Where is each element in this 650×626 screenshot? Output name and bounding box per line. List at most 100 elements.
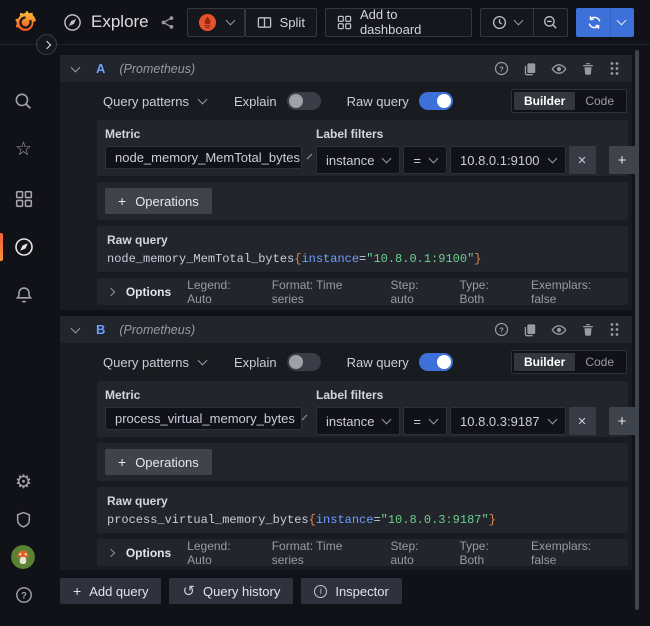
grafana-logo[interactable] xyxy=(12,9,39,36)
nav-sidebar: ☆ ⚙ xyxy=(0,45,47,626)
page-title: Explore xyxy=(91,12,149,32)
search-icon[interactable] xyxy=(13,91,34,112)
add-filter-button[interactable]: + xyxy=(609,146,636,174)
run-query-button[interactable] xyxy=(576,8,634,37)
metric-select[interactable]: process_virtual_memory_bytes xyxy=(105,407,302,430)
editor-mode-group: Builder Code xyxy=(511,89,627,113)
hide-response-eye-icon[interactable] xyxy=(551,61,567,77)
chevron-down-icon xyxy=(198,356,208,366)
duplicate-query-icon[interactable] xyxy=(523,62,537,76)
builder-mode-option[interactable]: Builder xyxy=(514,353,575,371)
share-icon[interactable] xyxy=(160,15,175,30)
explain-label: Explain xyxy=(234,355,277,370)
query-row-header[interactable]: A (Prometheus) ? xyxy=(60,55,632,82)
remove-query-trash-icon[interactable] xyxy=(581,323,595,337)
options-type: Type: Both xyxy=(459,278,515,306)
options-legend: Legend: Auto xyxy=(187,539,256,567)
collapse-chevron-icon xyxy=(71,323,81,333)
options-title: Options xyxy=(126,546,171,560)
explore-compass-icon xyxy=(63,13,82,32)
time-range-picker[interactable] xyxy=(480,8,534,37)
options-title: Options xyxy=(126,285,171,299)
query-patterns-label: Query patterns xyxy=(103,355,189,370)
add-query-label: Add query xyxy=(89,584,148,599)
raw-query-toggle[interactable] xyxy=(419,92,453,110)
chevron-down-icon xyxy=(429,415,439,425)
hide-response-eye-icon[interactable] xyxy=(551,322,567,338)
options-collapse-row[interactable]: Options Legend: Auto Format: Time series… xyxy=(97,278,628,305)
filter-value-select[interactable]: 10.8.0.3:9187 xyxy=(450,407,566,435)
chevron-right-icon xyxy=(42,40,50,48)
chevron-down-icon xyxy=(198,95,208,105)
remove-filter-button[interactable]: × xyxy=(569,407,596,435)
explain-toggle[interactable] xyxy=(287,92,321,110)
add-operation-button[interactable]: + Operations xyxy=(105,188,212,214)
inspector-button[interactable]: i Inspector xyxy=(301,578,401,604)
raw-query-toggle[interactable] xyxy=(419,353,453,371)
options-type: Type: Both xyxy=(459,539,515,567)
remove-filter-button[interactable]: × xyxy=(569,146,596,174)
remove-query-trash-icon[interactable] xyxy=(581,62,595,76)
query-row-header[interactable]: B (Prometheus) ? xyxy=(60,316,632,343)
split-button[interactable]: Split xyxy=(245,8,317,37)
filter-operator-select[interactable]: = xyxy=(403,407,447,435)
code-mode-option[interactable]: Code xyxy=(575,92,624,110)
filter-value-select[interactable]: 10.8.0.1:9100 xyxy=(450,146,566,174)
dashboard-grid-icon xyxy=(337,15,352,30)
code-mode-option[interactable]: Code xyxy=(575,353,624,371)
metric-label: Metric xyxy=(105,388,302,402)
query-editor-body: Query patterns Explain Raw query Builder… xyxy=(60,343,632,570)
zoom-out-button[interactable] xyxy=(534,8,568,37)
drag-handle-icon[interactable] xyxy=(609,61,620,76)
admin-shield-icon[interactable] xyxy=(13,509,34,530)
close-icon: × xyxy=(578,413,587,430)
add-filter-button[interactable]: + xyxy=(609,407,636,435)
refresh-interval-dropdown[interactable] xyxy=(610,8,634,37)
settings-gear-icon[interactable]: ⚙ xyxy=(13,472,34,493)
query-help-icon[interactable]: ? xyxy=(494,61,509,76)
add-query-button[interactable]: + Add query xyxy=(60,578,161,604)
clock-icon xyxy=(492,15,507,30)
query-editor-row-a: A (Prometheus) ? xyxy=(60,55,632,310)
query-patterns-dropdown[interactable]: Query patterns xyxy=(103,355,206,370)
options-format: Format: Time series xyxy=(272,539,375,567)
explain-toggle[interactable] xyxy=(287,353,321,371)
expand-menu-button[interactable] xyxy=(36,34,57,55)
metric-value: node_memory_MemTotal_bytes xyxy=(115,150,300,165)
filter-label-select[interactable]: instance xyxy=(316,146,400,174)
options-format: Format: Time series xyxy=(272,278,375,306)
dashboards-icon[interactable] xyxy=(13,188,34,209)
duplicate-query-icon[interactable] xyxy=(523,323,537,337)
operations-label: Operations xyxy=(135,194,199,209)
metric-select[interactable]: node_memory_MemTotal_bytes xyxy=(105,146,302,169)
scrollbar[interactable] xyxy=(635,50,639,610)
chevron-right-icon xyxy=(107,548,115,556)
filter-value-value: 10.8.0.1:9100 xyxy=(460,153,540,168)
query-patterns-dropdown[interactable]: Query patterns xyxy=(103,94,206,109)
label-filters-label: Label filters xyxy=(316,388,636,402)
chevron-down-icon xyxy=(307,153,313,159)
add-operation-button[interactable]: + Operations xyxy=(105,449,212,475)
user-avatar[interactable] xyxy=(11,545,35,569)
options-collapse-row[interactable]: Options Legend: Auto Format: Time series… xyxy=(97,539,628,566)
filter-value-value: 10.8.0.3:9187 xyxy=(460,414,540,429)
filter-label-select[interactable]: instance xyxy=(316,407,400,435)
query-history-button[interactable]: ↺ Query history xyxy=(169,578,293,604)
query-help-icon[interactable]: ? xyxy=(494,322,509,337)
builder-mode-option[interactable]: Builder xyxy=(514,92,575,110)
explore-compass-icon-active[interactable] xyxy=(13,236,34,257)
drag-handle-icon[interactable] xyxy=(609,322,620,337)
datasource-picker[interactable] xyxy=(187,8,245,37)
chevron-down-icon xyxy=(617,16,627,26)
add-to-dashboard-button[interactable]: Add to dashboard xyxy=(325,8,472,37)
raw-query-section-label: Raw query xyxy=(107,494,618,508)
starred-icon[interactable]: ☆ xyxy=(13,139,34,160)
explain-label: Explain xyxy=(234,94,277,109)
metric-label: Metric xyxy=(105,127,302,141)
alerting-bell-icon[interactable] xyxy=(13,284,34,305)
plus-icon: + xyxy=(118,193,126,209)
filter-operator-select[interactable]: = xyxy=(403,146,447,174)
prometheus-logo-icon xyxy=(198,13,217,32)
help-icon[interactable]: ? xyxy=(13,584,34,605)
metric-value: process_virtual_memory_bytes xyxy=(115,411,295,426)
